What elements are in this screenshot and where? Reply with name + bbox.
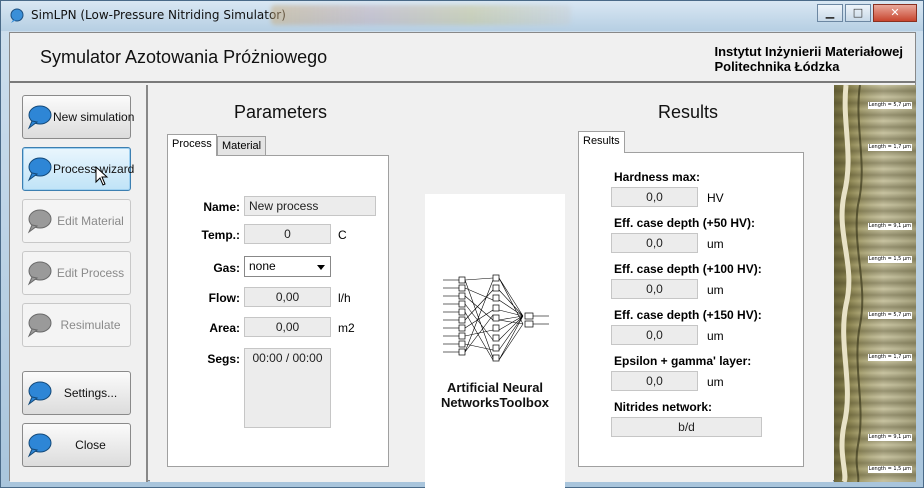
area-label: Area: [209, 321, 240, 335]
hardness-field[interactable]: 0,0 [611, 187, 698, 207]
edit-material-button[interactable]: Edit Material [22, 199, 131, 243]
area-unit: m2 [338, 321, 355, 335]
institute-line2: Politechnika Łódzka [714, 59, 840, 74]
flow-label: Flow: [208, 291, 240, 305]
parameters-title: Parameters [234, 102, 328, 122]
new-simulation-label: New simulation [53, 110, 135, 124]
window-title: SimLPN (Low-Pressure Nitriding Simulator… [31, 8, 286, 22]
eff100-field[interactable]: 0,0 [611, 279, 698, 299]
eff150-unit: um [707, 329, 724, 343]
temp-field[interactable]: 0 [244, 224, 331, 244]
temp-unit: C [338, 228, 347, 242]
eff100-label: Eff. case depth (+100 HV): [614, 262, 762, 276]
resimulate-button[interactable]: Resimulate [22, 303, 131, 347]
micrograph-label-7: Length = 9,1 µm [867, 434, 912, 441]
sidebar: New simulation Process wizard Edit Mater… [10, 85, 148, 482]
nitrides-field[interactable]: b/d [611, 417, 762, 437]
speech-bubble-icon [27, 157, 52, 182]
resimulate-label: Resimulate [60, 318, 121, 332]
speech-bubble-icon [27, 433, 52, 458]
speech-bubble-icon [27, 261, 52, 286]
new-simulation-button[interactable]: New simulation [22, 95, 135, 139]
results-title: Results [658, 102, 719, 122]
epsilon-label: Epsilon + gamma' layer: [614, 354, 752, 368]
flow-field[interactable]: 0,00 [244, 287, 331, 307]
area-field[interactable]: 0,00 [244, 317, 331, 337]
eff150-label: Eff. case depth (+150 HV): [614, 308, 762, 322]
speech-bubble-icon [27, 209, 52, 234]
maximize-button[interactable]: □ [845, 4, 871, 22]
app-title: Symulator Azotowania Próżniowego [40, 47, 328, 67]
eff50-field[interactable]: 0,0 [611, 233, 698, 253]
flow-unit: l/h [338, 291, 351, 305]
temp-label: Temp.: [201, 228, 240, 242]
segs-label: Segs: [207, 352, 240, 366]
neural-network-icon [443, 274, 549, 362]
title-bar[interactable]: SimLPN (Low-Pressure Nitriding Simulator… [1, 1, 923, 31]
micrograph-label-4: Length = 1,5 µm [867, 256, 912, 263]
edit-process-label: Edit Process [56, 266, 125, 280]
eff100-unit: um [707, 283, 724, 297]
tab-process[interactable]: Process [167, 134, 217, 156]
client-area: Symulator Azotowania Próżniowego Instytu… [9, 32, 916, 488]
hardness-unit: HV [707, 191, 724, 205]
institute-line1: Instytut Inżynierii Materiałowej [714, 44, 903, 59]
institute-name: Instytut Inżynierii Materiałowej Politec… [714, 44, 903, 74]
app-icon [10, 8, 24, 23]
ann-line1: Artificial Neural [446, 380, 544, 395]
close-window-button[interactable]: ✕ [873, 4, 917, 22]
micrograph-label-2: Length = 1,7 µm [867, 144, 912, 151]
gas-label: Gas: [213, 261, 240, 275]
eff50-unit: um [707, 237, 724, 251]
name-label: Name: [203, 200, 240, 214]
edit-material-label: Edit Material [57, 214, 124, 228]
segs-field[interactable]: 00:00 / 00:00 [244, 348, 331, 428]
micrograph-label-8: Length = 1,5 µm [867, 466, 912, 473]
ann-line2: NetworksToolbox [440, 395, 550, 410]
epsilon-field[interactable]: 0,0 [611, 371, 698, 391]
micrograph-label-3: Length = 9,1 µm [867, 223, 912, 230]
speech-bubble-icon [27, 313, 52, 338]
main-panel: Parameters Process Material Name: New pr… [150, 85, 833, 488]
minimize-button[interactable]: ▁ [817, 4, 843, 22]
results-panel: Hardness max: 0,0 HV Eff. case depth (+5… [578, 152, 804, 467]
nitrides-label: Nitrides network: [614, 400, 713, 414]
micrograph-label-5: Length = 5,7 µm [867, 312, 912, 319]
close-label: Close [75, 438, 106, 452]
settings-label: Settings... [63, 386, 118, 400]
speech-bubble-icon [27, 105, 52, 130]
process-panel: Name: New process Temp.: 0 C Gas: none F… [167, 155, 389, 467]
micrograph-label-1: Length = 5,7 µm [867, 102, 912, 109]
epsilon-unit: um [707, 375, 724, 389]
micrograph-image: Length = 5,7 µm Length = 1,7 µm Length =… [834, 85, 916, 482]
header: Symulator Azotowania Próżniowego Instytu… [10, 33, 915, 83]
app-window: SimLPN (Low-Pressure Nitriding Simulator… [0, 0, 924, 488]
gas-select[interactable]: none [244, 256, 331, 277]
gas-select-value: none [249, 259, 276, 273]
mouse-cursor-icon [95, 166, 109, 186]
close-button[interactable]: Close [22, 423, 131, 467]
chevron-down-icon [317, 265, 325, 270]
eff150-field[interactable]: 0,0 [611, 325, 698, 345]
eff50-label: Eff. case depth (+50 HV): [614, 216, 756, 230]
edit-process-button[interactable]: Edit Process [22, 251, 131, 295]
speech-bubble-icon [27, 381, 52, 406]
settings-button[interactable]: Settings... [22, 371, 131, 415]
process-wizard-button[interactable]: Process wizard [22, 147, 135, 191]
ann-toolbox-logo: Artificial Neural NetworksToolbox [425, 194, 565, 488]
name-field[interactable]: New process [244, 196, 376, 216]
tab-material[interactable]: Material [217, 136, 267, 156]
tab-results[interactable]: Results [578, 131, 625, 153]
hardness-label: Hardness max: [614, 170, 701, 184]
taskbar-blur [271, 5, 571, 25]
ann-toolbox-label: Artificial Neural NetworksToolbox [425, 380, 565, 410]
micrograph-label-6: Length = 1,7 µm [867, 354, 912, 361]
process-wizard-label: Process wizard [53, 162, 135, 176]
